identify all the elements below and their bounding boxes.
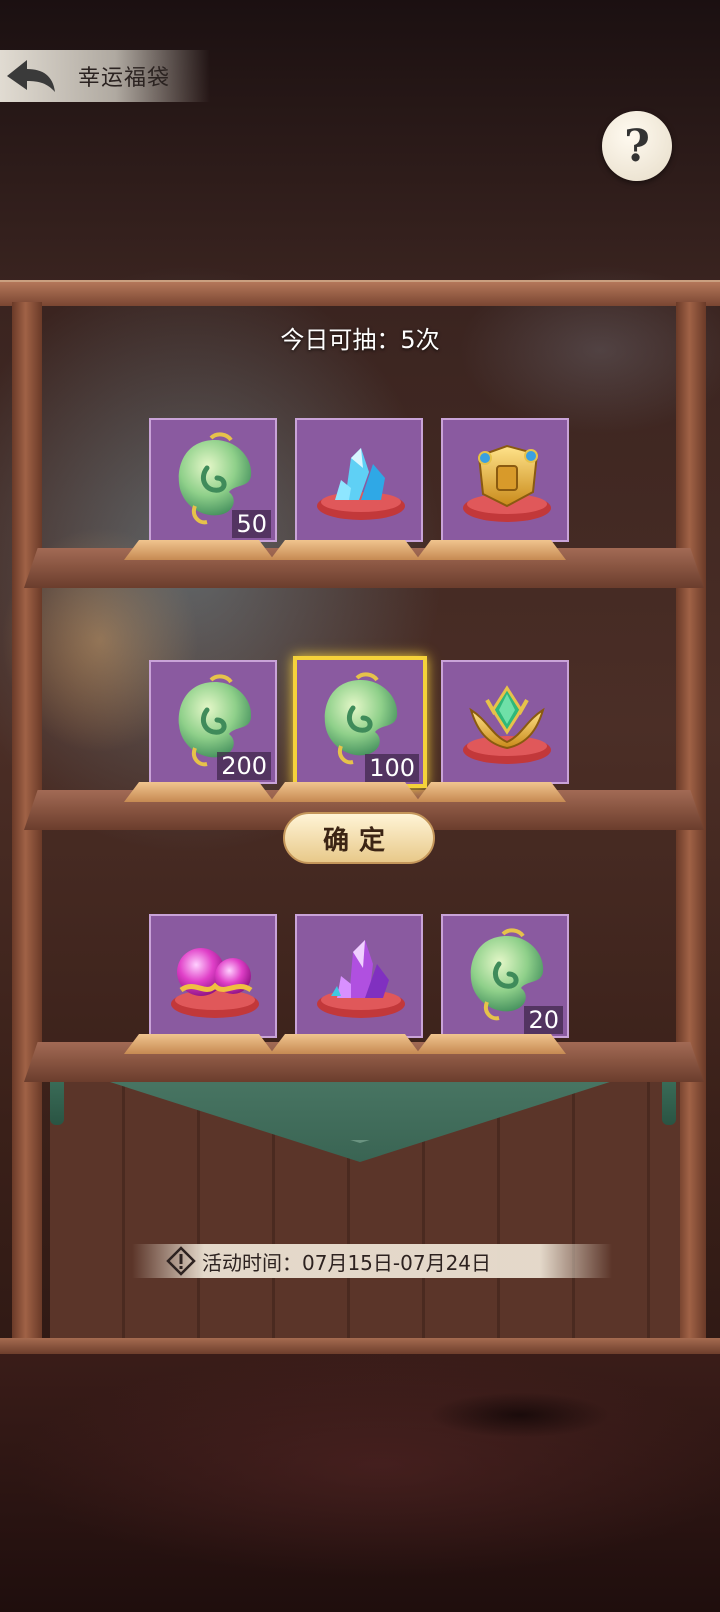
item-stand [124,782,274,802]
golden-armor-icon [463,444,551,522]
confirm-button[interactable]: 确定 [283,812,435,864]
help-button[interactable]: ? [602,111,672,181]
reward-slot-1-3[interactable] [441,418,569,542]
golden-crown-icon [463,685,551,764]
back-arrow-icon [0,50,60,102]
cabinet-base [0,1338,720,1354]
reward-slot-2-1[interactable]: 200 [149,660,277,784]
item-stand [124,1034,274,1054]
reward-slot-1-2[interactable] [295,418,423,542]
item-quantity: 200 [217,752,271,780]
reward-slot-1-1[interactable]: 50 [149,418,277,542]
event-time-banner: 活动时间： 07月15日-07月24日 [132,1244,612,1278]
draws-remaining-text: 今日可抽：5次 [280,326,440,354]
reward-slot-3-3[interactable]: 20 [441,914,569,1038]
reward-slot-2-3[interactable] [441,660,569,784]
cabinet-top-beam [0,280,720,306]
item-stand [270,540,420,560]
pink-orbs-icon [171,948,259,1018]
jade-fish-icon [324,672,398,765]
item-stand [124,540,274,560]
item-stand [416,540,566,560]
reward-slot-2-2-selected[interactable]: 100 [293,656,427,788]
item-stand [270,782,420,802]
item-stand [416,782,566,802]
background-floor [0,1345,720,1612]
tassel-right [662,1075,676,1125]
item-quantity: 100 [365,754,419,782]
reward-slot-3-1[interactable] [149,914,277,1038]
event-time-label: 活动时间： [202,1250,302,1275]
blue-crystal-icon [317,448,405,520]
question-mark-icon: ? [624,120,650,172]
tassel-left [50,1075,64,1125]
item-quantity: 20 [524,1006,563,1034]
page-title: 幸运福袋 [78,66,171,91]
warning-icon [166,1246,196,1276]
item-stand [270,1034,420,1054]
purple-crystal-icon [317,940,405,1018]
item-quantity: 50 [232,510,271,538]
event-time-range: 07月15日-07月24日 [302,1250,492,1275]
reward-slot-3-2[interactable] [295,914,423,1038]
item-stand [416,1034,566,1054]
back-button[interactable]: 幸运福袋 [0,50,210,102]
